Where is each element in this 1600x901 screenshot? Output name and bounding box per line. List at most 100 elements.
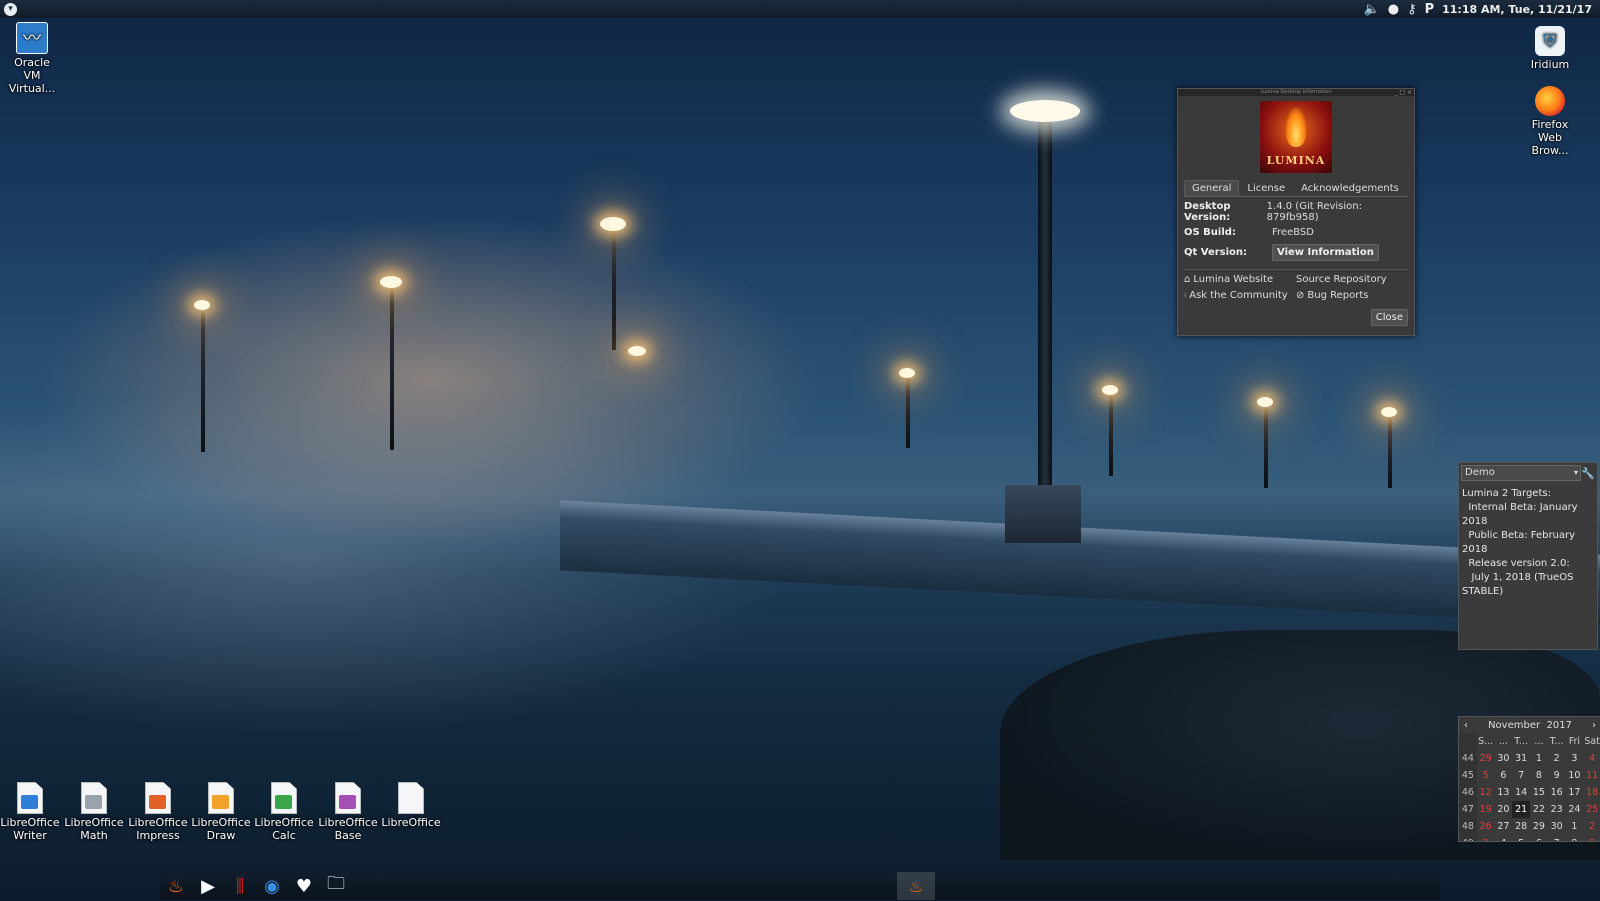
calendar-day[interactable]: 4 <box>1583 750 1600 767</box>
libreoffice-writer-icon <box>17 782 43 814</box>
calendar-day[interactable]: 24 <box>1566 801 1584 818</box>
calendar-day[interactable]: 29 <box>1477 750 1495 767</box>
calendar-day[interactable]: 8 <box>1530 767 1548 784</box>
calendar-day[interactable]: 26 <box>1477 818 1495 835</box>
calendar-day[interactable]: 17 <box>1566 784 1584 801</box>
calendar-day[interactable]: 15 <box>1530 784 1548 801</box>
logo-text: LUMINA <box>1266 154 1326 167</box>
calendar-day[interactable]: 31 <box>1512 750 1530 767</box>
calendar-day[interactable]: 22 <box>1530 801 1548 818</box>
desktop-icon-libreoffice-base[interactable]: LibreOffice Base <box>316 782 380 842</box>
day-header: T... <box>1514 736 1528 747</box>
firefox-icon <box>1535 86 1565 116</box>
close-button[interactable]: Close <box>1370 309 1408 326</box>
calendar-day[interactable]: 1 <box>1566 818 1584 835</box>
calendar-day[interactable]: 6 <box>1495 767 1513 784</box>
calendar-day[interactable]: 2 <box>1548 750 1566 767</box>
start-menu-button[interactable]: ▾ <box>4 2 17 16</box>
calendar-day[interactable]: 5 <box>1512 835 1530 841</box>
calendar-day[interactable]: 3 <box>1566 750 1584 767</box>
calendar-day[interactable]: 30 <box>1495 750 1513 767</box>
lumina-icon[interactable]: ♨ <box>160 873 192 899</box>
calendar-day[interactable]: 29 <box>1530 818 1548 835</box>
folder-icon[interactable]: 🗀 <box>320 873 352 899</box>
libreoffice-math-icon <box>81 782 107 814</box>
calendar-day[interactable]: 2 <box>1583 818 1600 835</box>
calendar-day[interactable]: 25 <box>1583 801 1600 818</box>
taskbar-item-lumina-info[interactable]: ♨ <box>897 872 935 900</box>
wrench-icon[interactable]: 🔧 <box>1581 467 1595 480</box>
desktop-icon-virtualbox[interactable]: 〰 Oracle VM Virtual... <box>0 22 64 95</box>
notes-selector[interactable]: Demo ▾ <box>1461 465 1581 481</box>
calendar-day[interactable]: 9 <box>1548 767 1566 784</box>
desktop-icon-firefox[interactable]: Firefox Web Brow... <box>1518 86 1582 157</box>
calendar-day[interactable]: 18 <box>1583 784 1600 801</box>
key-icon[interactable]: ⚷ <box>1407 3 1417 16</box>
lumina-website-link[interactable]: ⌂ Lumina Website <box>1184 274 1296 285</box>
week-number: 45 <box>1459 767 1477 784</box>
calendar-day[interactable]: 6 <box>1530 835 1548 841</box>
calendar-day[interactable]: 7 <box>1512 767 1530 784</box>
ask-community-link[interactable]: ⁝ Ask the Community <box>1184 290 1296 301</box>
calendar-day[interactable]: 13 <box>1495 784 1513 801</box>
clock[interactable]: 11:18 AM, Tue, 11/21/17 <box>1442 3 1592 16</box>
previous-month-icon[interactable]: ‹ <box>1459 720 1473 731</box>
network-icon[interactable]: ● <box>1388 3 1399 16</box>
tab-acknowledgements[interactable]: Acknowledgements <box>1293 180 1407 196</box>
calendar-day[interactable]: 4 <box>1495 835 1513 841</box>
calendar-day[interactable]: 5 <box>1477 767 1495 784</box>
notes-text[interactable]: Lumina 2 Targets: Internal Beta: January… <box>1459 483 1597 603</box>
week-number: 44 <box>1459 750 1477 767</box>
desktop-icon-libreoffice-impress[interactable]: LibreOffice Impress <box>126 782 190 842</box>
calendar-day[interactable]: 23 <box>1548 801 1566 818</box>
desktop-icon-libreoffice[interactable]: LibreOffice <box>379 782 443 829</box>
week-number: 48 <box>1459 818 1477 835</box>
p-icon[interactable]: P <box>1425 3 1435 16</box>
desktop-icon-libreoffice-calc[interactable]: LibreOffice Calc <box>252 782 316 842</box>
desktop-version-row: Desktop Version: 1.4.0 (Git Revision: 87… <box>1184 201 1408 223</box>
desktop-icon-iridium[interactable]: ⛨ Iridium <box>1518 26 1582 71</box>
calendar-day[interactable]: 19 <box>1477 801 1495 818</box>
calendar-day[interactable]: 12 <box>1477 784 1495 801</box>
calendar-day[interactable]: 11 <box>1583 767 1600 784</box>
desktop-icon-libreoffice-math[interactable]: LibreOffice Math <box>62 782 126 842</box>
wallpaper-lamp-pole <box>390 290 394 450</box>
calendar-title[interactable]: November 2017 <box>1473 720 1587 731</box>
tab-license[interactable]: License <box>1239 180 1293 196</box>
desktop-icon-libreoffice-draw[interactable]: LibreOffice Draw <box>189 782 253 842</box>
terminal-icon[interactable]: ⫼ <box>224 873 256 899</box>
wallpaper-lamp-pole <box>1388 418 1392 488</box>
browser-icon[interactable]: ◉ <box>256 873 288 899</box>
favorites-icon[interactable]: ♥ <box>288 873 320 899</box>
calendar-day[interactable]: 8 <box>1566 835 1584 841</box>
calendar-day[interactable]: 7 <box>1548 835 1566 841</box>
media-player-icon[interactable]: ▶ <box>192 873 224 899</box>
next-month-icon[interactable]: › <box>1587 720 1600 731</box>
calendar-day[interactable]: 10 <box>1566 767 1584 784</box>
day-header: S... <box>1478 736 1494 747</box>
calendar-day[interactable]: 28 <box>1512 818 1530 835</box>
calendar-day[interactable]: 27 <box>1495 818 1513 835</box>
calendar-day[interactable]: 21 <box>1512 801 1530 818</box>
wallpaper-lamp <box>1257 397 1273 407</box>
libreoffice-impress-icon <box>145 782 171 814</box>
calendar-day[interactable]: 1 <box>1530 750 1548 767</box>
dialog-titlebar[interactable]: Lumina Desktop Information _ □ × <box>1178 89 1414 96</box>
window-controls[interactable]: _ □ × <box>1394 89 1412 96</box>
calendar-day[interactable]: 3 <box>1477 835 1495 841</box>
calendar-day[interactable]: 30 <box>1548 818 1566 835</box>
tab-general[interactable]: General <box>1184 180 1240 196</box>
speaker-icon[interactable]: 🔈 <box>1364 3 1380 16</box>
calendar-day[interactable]: 16 <box>1548 784 1566 801</box>
notes-widget: Demo ▾ 🔧 Lumina 2 Targets: Internal Beta… <box>1458 462 1598 650</box>
notes-selected: Demo <box>1465 467 1495 478</box>
flame-icon <box>1285 107 1307 147</box>
calendar-day[interactable]: 20 <box>1495 801 1513 818</box>
source-repository-link[interactable]: Source Repository <box>1296 274 1408 285</box>
calendar-day[interactable]: 14 <box>1512 784 1530 801</box>
view-information-button[interactable]: View Information <box>1272 243 1379 261</box>
calendar-widget: ‹ November 2017 › S... ... T... ... T...… <box>1458 716 1600 842</box>
calendar-day[interactable]: 9 <box>1583 835 1600 841</box>
desktop-icon-libreoffice-writer[interactable]: LibreOffice Writer <box>0 782 62 842</box>
bug-reports-link[interactable]: ⊘ Bug Reports <box>1296 290 1408 301</box>
